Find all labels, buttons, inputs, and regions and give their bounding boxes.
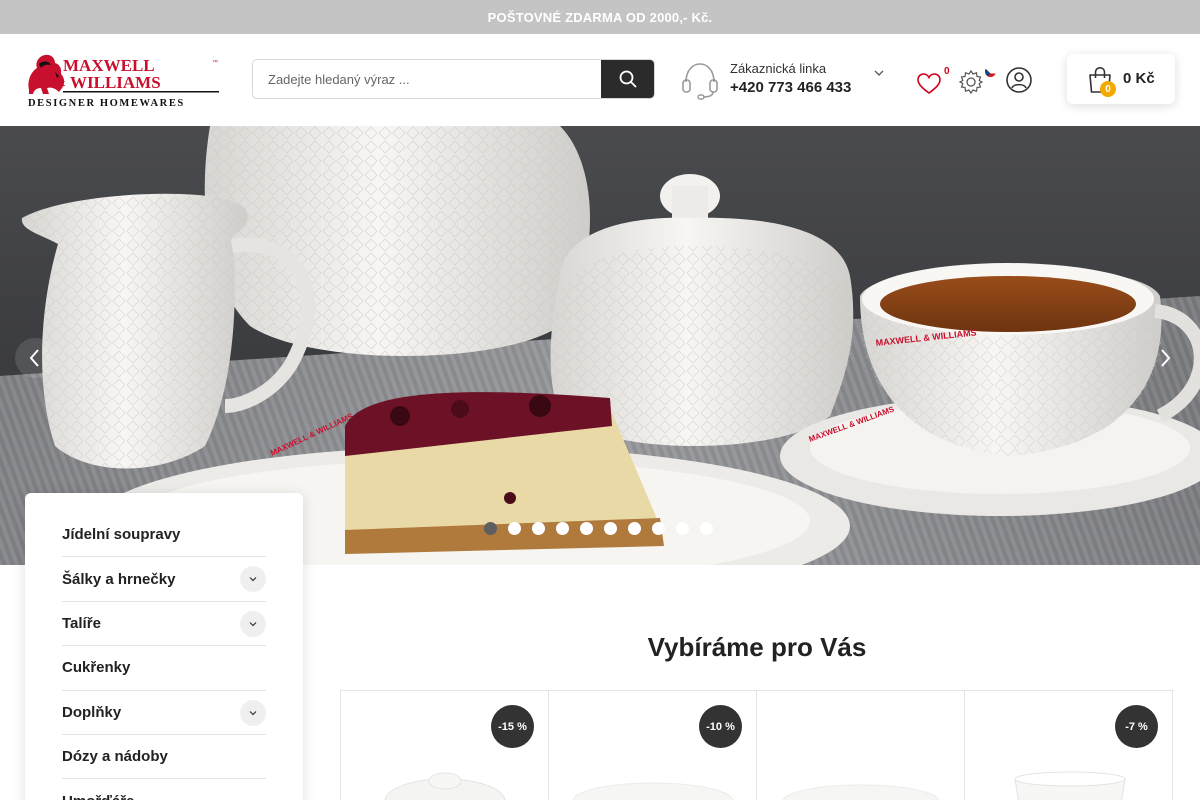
slider-dots (484, 522, 713, 535)
product-image[interactable] (772, 761, 950, 800)
chevron-down-icon (874, 70, 884, 76)
discount-badge: -10 % (699, 705, 742, 748)
chevron-right-icon (1161, 349, 1171, 367)
chevron-down-icon (249, 710, 257, 715)
slider-dot[interactable] (580, 522, 593, 535)
category-expand-button[interactable] (240, 699, 266, 726)
category-expand-button[interactable] (240, 566, 266, 593)
chevron-down-icon (249, 621, 257, 627)
section-title: Vybíráme pro Vás (647, 632, 867, 662)
logo-tagline: DESIGNER HOMEWARES (28, 98, 185, 109)
discount-badge: -15 % (491, 705, 534, 748)
product-card[interactable]: -15 % (341, 691, 549, 800)
product-image[interactable] (356, 761, 534, 800)
category-label: Šálky a hrnečky (62, 570, 176, 588)
brand-logo[interactable]: MAXWELL & WILLIAMS ™ DESIGNER HOMEWARES (25, 50, 221, 110)
category-label: Umořďáře (62, 793, 134, 800)
category-label: Talíře (62, 614, 101, 632)
slider-next-button[interactable] (1145, 338, 1185, 378)
product-card[interactable]: -7 % (965, 691, 1173, 800)
product-image[interactable] (564, 761, 742, 800)
category-item[interactable]: Talíře (62, 602, 266, 647)
settings-button[interactable] (958, 66, 998, 96)
slider-dot[interactable] (628, 522, 641, 535)
product-card[interactable]: -10 % (549, 691, 757, 800)
slider-dot[interactable] (676, 522, 689, 535)
slider-dot[interactable] (532, 522, 545, 535)
heart-icon (917, 73, 941, 94)
category-item[interactable]: Doplňky (62, 691, 266, 735)
category-label: Doplňky (62, 703, 122, 721)
headset-icon (682, 63, 718, 100)
category-menu: Jídelní soupravy Šálky a hrnečky Talíře Cuk… (25, 493, 303, 800)
user-icon (1006, 67, 1032, 93)
slider-prev-button[interactable] (15, 338, 55, 378)
product-card[interactable] (757, 691, 965, 800)
chevron-down-icon (249, 577, 257, 582)
search-box (252, 59, 655, 99)
search-input[interactable] (253, 60, 603, 98)
category-item[interactable]: Umořďáře (62, 779, 266, 800)
cart-total: 0 Kč (1123, 70, 1155, 87)
chevron-left-icon (29, 349, 39, 367)
discount-badge: -7 % (1115, 705, 1158, 748)
category-item[interactable]: Jídelní soupravy (62, 513, 266, 558)
category-item[interactable]: Šálky a hrnečky (62, 557, 266, 602)
slider-dot[interactable] (508, 522, 521, 535)
lion-logo-icon: MAXWELL & WILLIAMS ™ DESIGNER HOMEWARES (28, 54, 219, 109)
site-header: MAXWELL & WILLIAMS ™ DESIGNER HOMEWARES … (0, 34, 1200, 126)
category-label: Dózy a nádoby (62, 748, 168, 766)
customer-hotline[interactable]: Zákaznická linka +420 773 466 433 (680, 58, 890, 102)
logo-tm: ™ (212, 59, 218, 66)
slider-dot[interactable] (652, 522, 665, 535)
category-label: Jídelní soupravy (62, 526, 181, 544)
product-image[interactable] (980, 761, 1158, 800)
product-grid: -15 % -10 % -7 % (340, 690, 1174, 800)
slider-dot[interactable] (700, 522, 713, 535)
wishlist-button[interactable]: 0 (916, 66, 956, 96)
wishlist-count: 0 (944, 66, 950, 77)
search-icon (619, 70, 636, 88)
promo-bar: POŠTOVNÉ ZDARMA OD 2000,- Kč. (0, 0, 1200, 34)
category-expand-button[interactable] (240, 610, 266, 637)
cart-count-badge: 0 (1100, 81, 1116, 97)
slider-dot[interactable] (484, 522, 497, 535)
promo-text: POŠTOVNÉ ZDARMA OD 2000,- Kč. (487, 9, 713, 25)
category-item[interactable]: Cukřenky (62, 646, 266, 691)
slider-dot[interactable] (556, 522, 569, 535)
logo-amp: & (55, 74, 66, 89)
gear-icon (958, 69, 984, 95)
category-label: Cukřenky (62, 659, 131, 677)
cart-button[interactable]: 0 0 Kč (1067, 54, 1175, 104)
logo-line2: WILLIAMS (70, 73, 161, 92)
czech-flag-icon (985, 66, 996, 77)
account-button[interactable] (1005, 66, 1033, 94)
search-button[interactable] (601, 60, 654, 98)
hotline-number: +420 773 466 433 (730, 79, 852, 96)
slider-dot[interactable] (604, 522, 617, 535)
hotline-label: Zákaznická linka (730, 61, 827, 76)
category-item[interactable]: Dózy a nádoby (62, 735, 266, 780)
